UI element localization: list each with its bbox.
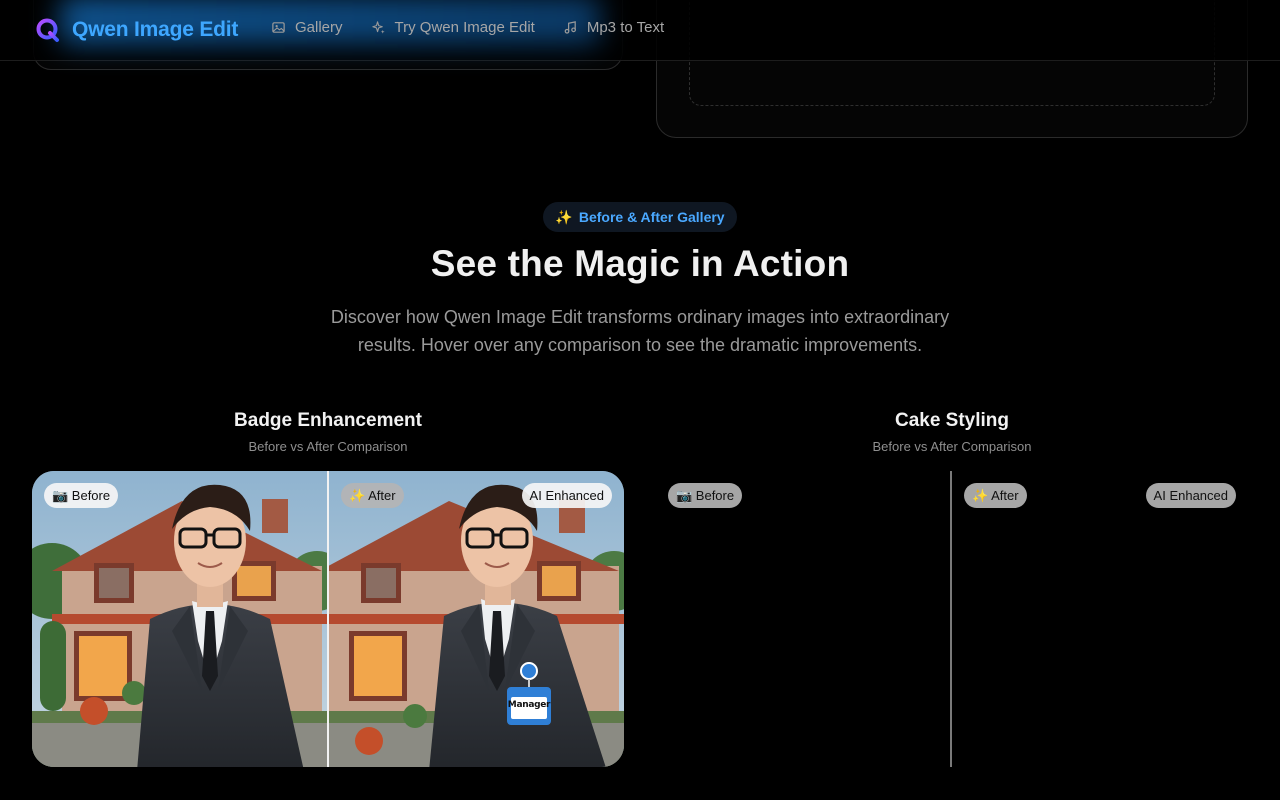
after-tag: ✨ After xyxy=(964,483,1027,508)
brand-link[interactable]: Qwen Image Edit xyxy=(35,15,238,45)
nav-label: Try Qwen Image Edit xyxy=(394,19,535,36)
brand-name: Qwen Image Edit xyxy=(72,18,239,41)
card-subtitle: Before vs After Comparison xyxy=(248,439,408,454)
after-image: ✨ After AI Enhanced xyxy=(953,471,1248,767)
nav-label: Gallery xyxy=(295,19,343,36)
gallery-icon xyxy=(272,22,285,33)
section-subtitle: Discover how Qwen Image Edit transforms … xyxy=(330,307,950,355)
ai-enhanced-tag: AI Enhanced xyxy=(1145,483,1236,508)
site-header: Qwen Image Edit Gallery Try Qwen Image E… xyxy=(0,0,1280,61)
before-tag: 📷 Before xyxy=(668,483,743,508)
slider-handle[interactable] xyxy=(950,471,952,767)
gallery-badge: ✨ Before & After Gallery xyxy=(543,202,737,232)
section-title: See the Magic in Action xyxy=(430,243,850,284)
gallery-badge-label: Before & After Gallery xyxy=(578,209,725,225)
card-title: Badge Enhancement xyxy=(234,410,422,431)
before-image: 📷 Before xyxy=(656,471,951,767)
after-image: Manager ✨ After AI Enhanced xyxy=(329,471,624,767)
after-tag: ✨ After xyxy=(341,483,404,508)
logo-icon xyxy=(36,18,59,42)
slider-handle[interactable] xyxy=(327,471,329,767)
before-tag: 📷 Before xyxy=(44,483,119,508)
music-note-icon xyxy=(564,21,576,34)
main-nav: Gallery Try Qwen Image Edit Mp3 to Text xyxy=(271,19,664,36)
sparkles-icon xyxy=(371,21,385,34)
nav-label: Mp3 to Text xyxy=(586,19,665,36)
comparison-slider[interactable]: 📷 Before Manager ✨ After AI Enhanced xyxy=(32,471,624,767)
card-title: Cake Styling xyxy=(894,410,1010,431)
comparison-slider[interactable]: 📷 Before ✨ After AI Enhanced xyxy=(656,471,1248,767)
before-image: 📷 Before xyxy=(32,471,327,767)
ai-enhanced-tag: AI Enhanced xyxy=(521,483,612,508)
name-badge-label: Manager xyxy=(507,700,551,710)
nav-item-mp3[interactable]: Mp3 to Text xyxy=(563,19,664,36)
nav-item-gallery[interactable]: Gallery xyxy=(271,19,343,36)
sparkles-icon: ✨ xyxy=(555,208,573,225)
nav-item-try[interactable]: Try Qwen Image Edit xyxy=(371,19,535,36)
card-subtitle: Before vs After Comparison xyxy=(872,439,1032,454)
